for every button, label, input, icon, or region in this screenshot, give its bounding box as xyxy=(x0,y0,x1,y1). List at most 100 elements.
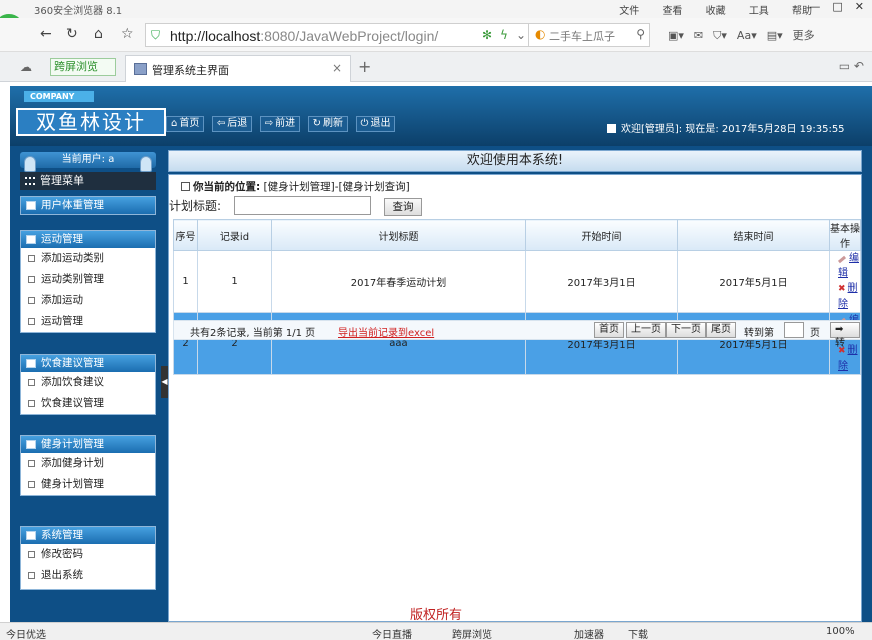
go-button[interactable]: ➡ 转 xyxy=(830,322,860,349)
home-icon[interactable]: ⌂ xyxy=(94,26,103,42)
security-icon[interactable]: ⛉▾ xyxy=(713,29,727,42)
logout-icon: ⏻ xyxy=(360,118,369,129)
split-view-button[interactable]: 跨屏浏览 xyxy=(50,58,116,76)
top-nav: ⌂ 首页 ⇦ 后退 ⇨ 前进 ↻ 刷新 ⏻ 退出 xyxy=(166,116,399,134)
chevron-down-icon[interactable]: ⌄ xyxy=(516,28,526,42)
sidebar-item-add-diet[interactable]: 添加饮食建议 xyxy=(21,372,155,393)
nav-back-button[interactable]: ⇦ 后退 xyxy=(211,116,253,132)
nav-forward-button[interactable]: ⇨ 前进 xyxy=(259,116,301,132)
menu-file[interactable]: 文件 xyxy=(619,6,639,17)
wallet-icon[interactable]: ▤▾ xyxy=(767,29,783,42)
search-input[interactable]: 二手车上瓜子 xyxy=(549,28,615,44)
sidebar-item-logout[interactable]: 退出系统 xyxy=(21,565,155,586)
edit-icon xyxy=(837,255,847,264)
sidebar-item-add-sport[interactable]: 添加运动 xyxy=(21,290,155,311)
search-box[interactable]: ◐ 二手车上瓜子 ⚲ xyxy=(528,23,650,47)
zoom-level[interactable]: 100% xyxy=(826,626,855,637)
menu-favorites[interactable]: 收藏 xyxy=(706,6,726,17)
square-bullet-icon xyxy=(28,318,35,325)
col-no: 序号 xyxy=(173,219,198,251)
app-header: COMPANY 双鱼林设计 ⌂ 首页 ⇦ 后退 ⇨ 前进 ↻ 刷新 ⏻ 退出 欢迎[管理员… xyxy=(10,86,872,146)
sidebar-item-change-password[interactable]: 修改密码 xyxy=(21,544,155,565)
next-page-button[interactable]: 下一页 xyxy=(666,322,706,338)
search-icon[interactable]: ⚲ xyxy=(636,27,645,41)
table-row[interactable]: 1 1 2017年春季运动计划 2017年3月1日 2017年5月1日 编辑 ✖… xyxy=(173,250,861,313)
close-tab-icon[interactable]: × xyxy=(332,61,342,75)
group-header-system[interactable]: 系统管理 xyxy=(21,527,155,544)
search-engine-icon[interactable]: ◐ xyxy=(535,27,545,41)
status-accelerator[interactable]: 加速器 xyxy=(574,626,604,640)
back-arrow-icon[interactable]: ← xyxy=(40,26,52,42)
sidebar-item-diet-manage[interactable]: 饮食建议管理 xyxy=(21,393,155,414)
sidebar-item-weight[interactable]: 用户体重管理 xyxy=(21,197,155,214)
pager: 共有2条记录, 当前第 1/1 页 导出当前记录到excel 首页 上一页 下一… xyxy=(173,320,861,349)
minimize-icon[interactable]: — xyxy=(809,0,820,13)
folder-icon xyxy=(26,359,36,368)
sidebar-collapse-handle[interactable]: ◀ xyxy=(161,366,168,398)
first-page-button[interactable]: 首页 xyxy=(594,322,624,338)
export-excel-link[interactable]: 导出当前记录到excel xyxy=(338,324,434,339)
browser-toolbar-icons: ▣▾ ✉ ⛉▾ Aa▾ ▤▾ 更多 xyxy=(668,27,825,43)
copyright: 版权所有 xyxy=(409,608,462,623)
goto-page-input[interactable] xyxy=(784,322,804,338)
browser-navbar: ← ↻ ⌂ ☆ ⛉ http://localhost:8080/JavaWebP… xyxy=(0,18,872,52)
menu-tools[interactable]: 工具 xyxy=(749,6,769,17)
cell-id: 1 xyxy=(197,250,272,313)
refresh-icon: ↻ xyxy=(312,118,322,129)
browser-menu-bar: 文件 查看 收藏 工具 帮助 xyxy=(599,2,812,17)
cell-no: 1 xyxy=(173,250,198,313)
welcome-banner: 欢迎使用本系统! xyxy=(168,150,862,172)
menu-group-weight: 用户体重管理 xyxy=(20,196,156,215)
tab-tools-icon[interactable]: ▭ ↶ xyxy=(839,59,864,73)
query-button[interactable]: 查询 xyxy=(384,198,422,216)
nav-refresh-button[interactable]: ↻ 刷新 xyxy=(307,116,349,132)
sidebar-item-sport-manage[interactable]: 运动管理 xyxy=(21,311,155,332)
status-download[interactable]: 下载 xyxy=(628,626,648,640)
folder-icon xyxy=(26,235,36,244)
browser-statusbar: 今日优选 今日直播 跨屏浏览 加速器 下载 100% xyxy=(0,622,872,640)
sidebar-item-add-plan[interactable]: 添加健身计划 xyxy=(21,453,155,474)
menu-group-plan: 健身计划管理 添加健身计划 健身计划管理 xyxy=(20,435,156,496)
page-label: 页 xyxy=(810,328,820,339)
prev-page-button[interactable]: 上一页 xyxy=(626,322,666,338)
group-header-diet[interactable]: 饮食建议管理 xyxy=(21,355,155,372)
tab-main[interactable]: 管理系统主界面 × xyxy=(125,55,351,82)
menu-group-sport: 运动管理 添加运动类别 运动类别管理 添加运动 运动管理 xyxy=(20,230,156,333)
breadcrumb: 你当前的位置: [健身计划管理]-[健身计划查询] xyxy=(181,179,410,194)
cloud-icon[interactable]: ☁ xyxy=(20,60,32,74)
mail-icon[interactable]: ✉ xyxy=(694,29,703,42)
nav-logout-button[interactable]: ⏻ 退出 xyxy=(355,116,396,132)
brand-logo: 双鱼林设计 xyxy=(16,108,166,136)
status-today-pick[interactable]: 今日优选 xyxy=(6,626,46,640)
new-tab-icon[interactable]: + xyxy=(358,57,371,76)
gear-icon[interactable]: ✻ xyxy=(482,28,492,42)
last-page-button[interactable]: 尾页 xyxy=(706,322,736,338)
col-end: 结束时间 xyxy=(677,219,830,251)
more-button[interactable]: 更多 xyxy=(793,29,815,42)
cell-title: 2017年春季运动计划 xyxy=(271,250,526,313)
star-icon[interactable]: ☆ xyxy=(121,26,134,42)
lightning-icon[interactable]: ϟ xyxy=(500,28,508,42)
address-url[interactable]: http://localhost:8080/JavaWebProject/log… xyxy=(170,28,438,44)
sidebar-item-plan-manage[interactable]: 健身计划管理 xyxy=(21,474,155,495)
browser-tabbar: ☁ 跨屏浏览 管理系统主界面 × + ▭ ↶ xyxy=(0,52,872,82)
sidebar-item-add-sport-type[interactable]: 添加运动类别 xyxy=(21,248,155,269)
status-split-view[interactable]: 跨屏浏览 xyxy=(452,626,492,640)
plan-title-input[interactable] xyxy=(234,196,371,215)
menu-view[interactable]: 查看 xyxy=(662,6,682,17)
col-ops: 基本操作 xyxy=(829,219,861,251)
sidebar-item-sport-type-manage[interactable]: 运动类别管理 xyxy=(21,269,155,290)
grid-icon xyxy=(25,177,35,185)
nav-home-button[interactable]: ⌂ 首页 xyxy=(166,116,205,132)
group-header-plan[interactable]: 健身计划管理 xyxy=(21,436,155,453)
translate-icon[interactable]: Aa▾ xyxy=(737,29,757,42)
menu-title: 管理菜单 xyxy=(20,172,156,190)
reload-icon[interactable]: ↻ xyxy=(66,26,78,42)
group-header-sport[interactable]: 运动管理 xyxy=(21,231,155,248)
extension-icon[interactable]: ▣▾ xyxy=(668,29,684,42)
address-bar[interactable]: ⛉ http://localhost:8080/JavaWebProject/l… xyxy=(145,23,530,47)
shield-icon: ⛉ xyxy=(151,28,161,42)
close-window-icon[interactable]: ✕ xyxy=(855,0,864,13)
maximize-icon[interactable]: □ xyxy=(832,0,842,13)
status-live[interactable]: 今日直播 xyxy=(372,626,412,640)
